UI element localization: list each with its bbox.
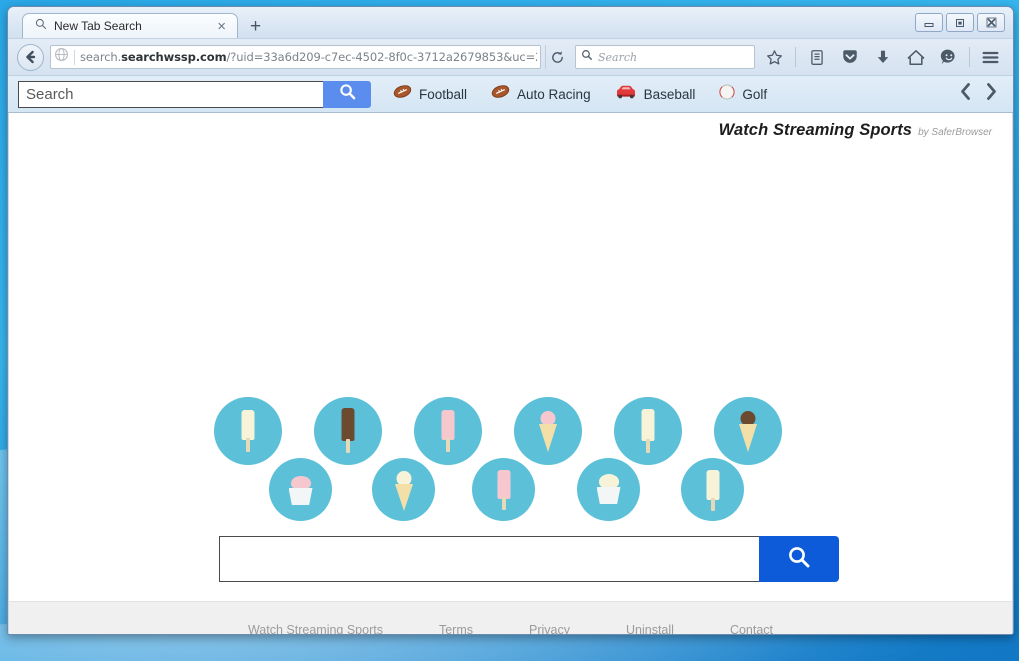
footer-link-privacy[interactable]: Privacy xyxy=(529,623,570,634)
logo-circle xyxy=(214,397,282,465)
ice-cream-cone-icon xyxy=(737,411,759,453)
main-search-input[interactable] xyxy=(219,536,759,582)
maximize-button[interactable] xyxy=(946,13,974,32)
toolbar-search-button[interactable] xyxy=(323,80,371,108)
browser-window: New Tab Search × + search.searchwssp.com… xyxy=(7,6,1014,635)
close-icon[interactable]: × xyxy=(214,19,229,34)
sports-link-label: Auto Racing xyxy=(517,86,591,102)
logo-circle xyxy=(681,458,744,521)
search-icon xyxy=(787,545,811,574)
window-controls xyxy=(915,13,1005,32)
sports-link-label: Golf xyxy=(742,86,768,102)
popsicle-icon xyxy=(238,410,258,452)
sports-link-baseball[interactable]: Baseball xyxy=(615,84,696,104)
sports-toolbar: Search Football Auto Racing Baseball Gol… xyxy=(8,75,1013,113)
toolbar-search-input[interactable]: Search xyxy=(18,80,323,108)
url-prefix: search. xyxy=(80,50,122,64)
logo-circle xyxy=(714,397,782,465)
navigation-toolbar: search.searchwssp.com/?uid=33a6d209-c7ec… xyxy=(8,38,1013,75)
brand-header: Watch Streaming Sports by SaferBrowser xyxy=(719,121,992,140)
sports-link-label: Football xyxy=(419,86,468,102)
tab-new-tab-search[interactable]: New Tab Search × xyxy=(22,13,238,38)
ice-cream-logo xyxy=(214,397,814,525)
cupcake-icon xyxy=(595,474,623,505)
reading-list-icon[interactable] xyxy=(803,44,830,71)
logo-circle xyxy=(614,397,682,465)
page-content: Watch Streaming Sports by SaferBrowser xyxy=(8,113,1013,601)
search-icon xyxy=(339,83,356,105)
sports-link-golf[interactable]: Golf xyxy=(719,84,767,105)
main-search-button[interactable] xyxy=(759,536,839,582)
logo-circle xyxy=(372,458,435,521)
close-button[interactable] xyxy=(977,13,1005,32)
car-icon xyxy=(615,84,637,104)
tab-title: New Tab Search xyxy=(54,19,142,33)
popsicle-icon xyxy=(703,470,723,511)
ice-cream-cone-icon xyxy=(393,471,415,511)
popsicle-icon xyxy=(638,409,658,453)
hamburger-menu-icon[interactable] xyxy=(977,44,1004,71)
chevron-right-icon[interactable] xyxy=(984,82,999,106)
logo-circle xyxy=(314,397,382,465)
sports-link-auto-racing[interactable]: Auto Racing xyxy=(491,84,591,104)
popsicle-icon xyxy=(494,470,514,510)
logo-circle xyxy=(472,458,535,521)
footer-link-terms[interactable]: Terms xyxy=(439,623,473,634)
search-icon xyxy=(581,48,593,66)
reload-button[interactable] xyxy=(545,45,569,69)
url-bar[interactable]: search.searchwssp.com/?uid=33a6d209-c7ec… xyxy=(50,45,541,69)
back-button[interactable] xyxy=(17,43,44,71)
url-domain: searchwssp.com xyxy=(121,50,227,64)
bookmark-star-icon[interactable] xyxy=(761,44,788,71)
title-bar: New Tab Search × + xyxy=(8,7,1013,38)
url-suffix: /?uid=33a6d209-c7ec-4502-8f0c-3712a26798… xyxy=(226,50,537,64)
sports-toolbar-nav xyxy=(958,82,1003,106)
popsicle-icon xyxy=(438,410,458,452)
logo-circle xyxy=(269,458,332,521)
footer-link-contact[interactable]: Contact xyxy=(730,623,773,634)
chat-icon[interactable] xyxy=(935,44,962,71)
logo-circle xyxy=(577,458,640,521)
football-icon xyxy=(491,84,510,104)
popsicle-icon xyxy=(338,408,358,454)
tab-strip: New Tab Search × + xyxy=(22,13,261,38)
sports-link-label: Baseball xyxy=(643,86,696,102)
cupcake-icon xyxy=(287,476,315,506)
globe-icon xyxy=(54,47,69,67)
brand-byline: by SaferBrowser xyxy=(918,127,992,138)
footer-link-uninstall[interactable]: Uninstall xyxy=(626,623,674,634)
magnifier-icon xyxy=(35,17,47,35)
downloads-icon[interactable] xyxy=(869,44,896,71)
home-icon[interactable] xyxy=(902,44,929,71)
baseball-icon xyxy=(719,84,735,105)
toolbar-search-group: Search xyxy=(18,80,371,108)
browser-search-bar[interactable]: Search xyxy=(575,45,755,69)
ice-cream-cone-icon xyxy=(537,411,559,453)
chevron-left-icon[interactable] xyxy=(958,82,973,106)
toolbar-separator xyxy=(795,47,796,67)
football-icon xyxy=(393,84,412,104)
logo-circle xyxy=(414,397,482,465)
pocket-icon[interactable] xyxy=(836,44,863,71)
brand-title: Watch Streaming Sports xyxy=(718,121,913,139)
page-footer: Watch Streaming Sports Terms Privacy Uni… xyxy=(8,601,1013,634)
sports-link-football[interactable]: Football xyxy=(393,84,467,104)
logo-circle xyxy=(514,397,582,465)
browser-search-placeholder: Search xyxy=(598,50,638,64)
toolbar-separator-2 xyxy=(969,47,970,67)
url-text: search.searchwssp.com/?uid=33a6d209-c7ec… xyxy=(80,50,537,64)
minimize-button[interactable] xyxy=(915,13,943,32)
toolbar-search-value: Search xyxy=(26,85,74,103)
url-separator xyxy=(74,49,75,65)
footer-link-watch-streaming-sports[interactable]: Watch Streaming Sports xyxy=(248,623,383,634)
new-tab-button[interactable]: + xyxy=(250,17,261,38)
main-search-box xyxy=(219,536,839,582)
